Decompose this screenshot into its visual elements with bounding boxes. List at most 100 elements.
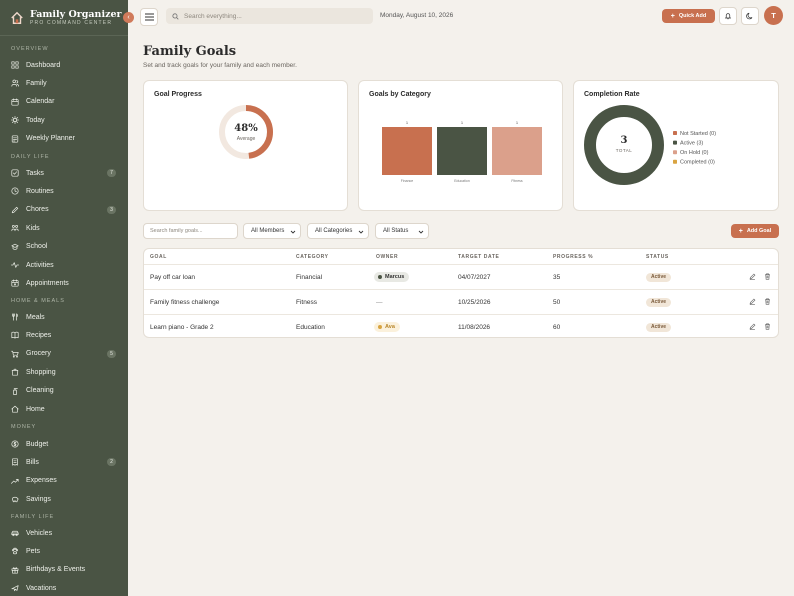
goal-category: Education xyxy=(296,324,325,331)
add-goal-button[interactable]: + Add Goal xyxy=(731,224,779,238)
sidebar-item-vacations[interactable]: Vacations xyxy=(0,580,128,596)
table-row[interactable]: Learn piano - Grade 2 Education Ava 11/08/2… xyxy=(144,314,778,337)
column-header-category: CATEGORY xyxy=(296,254,329,260)
sidebar-item-tasks[interactable]: Tasks 7 xyxy=(0,165,128,181)
sidebar-item-shopping[interactable]: Shopping xyxy=(0,364,128,380)
status-filter-select[interactable]: All Status xyxy=(375,223,429,239)
sidebar-item-weekly-planner[interactable]: Weekly Planner xyxy=(0,131,128,147)
goals-by-category-card: Goals by Category 1 Finance 1 Education 1 Fit… xyxy=(358,80,563,211)
home-icon xyxy=(11,405,19,413)
owner-dot xyxy=(378,325,382,329)
global-search[interactable] xyxy=(166,8,373,24)
edit-icon[interactable] xyxy=(749,323,756,330)
trash-icon[interactable] xyxy=(764,298,771,305)
status-badge: Active xyxy=(646,323,672,332)
owner-pill: Ava xyxy=(374,322,400,332)
sidebar-section-label: OVERVIEW xyxy=(11,46,49,52)
appointment-icon xyxy=(11,279,19,287)
edit-icon[interactable] xyxy=(749,273,756,280)
sidebar-item-label: Pets xyxy=(26,547,41,555)
sidebar-item-label: Recipes xyxy=(26,331,52,339)
brand[interactable]: Family Organizer PRO COMMAND CENTER xyxy=(0,0,128,36)
category-filter-select[interactable]: All Categories xyxy=(307,223,369,239)
users-icon xyxy=(11,80,19,87)
sidebar-item-badge: 2 xyxy=(107,458,116,467)
paw-icon xyxy=(11,548,19,555)
sidebar-item-birthdays-events[interactable]: Birthdays & Events xyxy=(0,562,128,578)
trash-icon[interactable] xyxy=(764,323,771,330)
sidebar-item-expenses[interactable]: Expenses xyxy=(0,473,128,489)
sidebar-item-vehicles[interactable]: Vehicles xyxy=(0,525,128,541)
table-row[interactable]: Family fitness challenge Fitness — 10/25/20… xyxy=(144,289,778,314)
goal-search-input[interactable] xyxy=(143,223,238,239)
owner-name: Marcus xyxy=(385,274,405,280)
sidebar-item-routines[interactable]: Routines xyxy=(0,183,128,199)
category-filter-value: All Categories xyxy=(315,228,353,234)
member-filter-select[interactable]: All Members xyxy=(243,223,301,239)
status-badge: Active xyxy=(646,273,672,282)
search-icon xyxy=(172,12,179,20)
completion-rate-card: Completion Rate Not Started (0) Active (3… xyxy=(573,80,779,211)
sidebar-item-pets[interactable]: Pets xyxy=(0,543,128,559)
sidebar-item-badge: 3 xyxy=(107,205,116,214)
sidebar-item-label: Meals xyxy=(26,313,45,321)
progress-value: 48% xyxy=(234,123,258,134)
planner-icon xyxy=(11,135,19,143)
sidebar-item-budget[interactable]: Budget xyxy=(0,436,128,452)
global-search-input[interactable] xyxy=(184,12,364,20)
sidebar-item-label: Calendar xyxy=(26,98,55,106)
sidebar-item-activities[interactable]: Activities xyxy=(0,257,128,273)
activity-icon xyxy=(11,262,19,268)
notifications-button[interactable] xyxy=(719,7,737,25)
owner-name: Ava xyxy=(385,324,395,330)
sidebar-item-savings[interactable]: Savings xyxy=(0,491,128,507)
sidebar-section-label: DAILY LIFE xyxy=(11,154,50,160)
sidebar-section-label: HOME & MEALS xyxy=(11,298,65,304)
sidebar-item-label: Dashboard xyxy=(26,61,61,69)
chevron-down-icon xyxy=(418,230,424,234)
sidebar-item-label: Family xyxy=(26,79,47,87)
sidebar-item-calendar[interactable]: Calendar xyxy=(0,94,128,110)
bell-icon xyxy=(724,13,732,20)
status-filter-value: All Status xyxy=(383,228,409,234)
sidebar-item-today[interactable]: Today xyxy=(0,112,128,128)
quick-add-label: Quick Add xyxy=(678,13,707,19)
sidebar-item-dashboard[interactable]: Dashboard xyxy=(0,57,128,73)
completion-donut-chart: Not Started (0) Active (3) On Hold (0) Comp… xyxy=(584,105,716,185)
sidebar-item-appointments[interactable]: Appointments xyxy=(0,275,128,291)
sidebar-item-kids[interactable]: Kids xyxy=(0,220,128,236)
chevron-down-icon xyxy=(358,230,364,234)
trash-icon[interactable] xyxy=(764,273,771,280)
sidebar-item-recipes[interactable]: Recipes xyxy=(0,327,128,343)
sidebar-item-label: Chores xyxy=(26,206,49,214)
collapse-sidebar-button[interactable]: ‹ xyxy=(123,12,134,23)
bar-finance xyxy=(382,127,432,175)
table-row[interactable]: Pay off car loan Financial Marcus 04/07/202… xyxy=(144,264,778,289)
theme-toggle-button[interactable] xyxy=(741,7,759,25)
bar-value-label: 1 xyxy=(516,120,519,125)
bar-fitness xyxy=(492,127,542,175)
sidebar-item-meals[interactable]: Meals xyxy=(0,309,128,325)
menu-button[interactable] xyxy=(140,8,158,26)
owner-dot xyxy=(378,275,382,279)
sidebar-item-school[interactable]: School xyxy=(0,239,128,255)
column-header-status: STATUS xyxy=(646,254,669,260)
user-avatar[interactable]: T xyxy=(764,6,783,25)
sidebar-item-chores[interactable]: Chores 3 xyxy=(0,202,128,218)
goal-target-date: 10/25/2026 xyxy=(458,299,491,306)
sidebar-item-home[interactable]: Home xyxy=(0,401,128,417)
sidebar-item-bills[interactable]: Bills 2 xyxy=(0,454,128,470)
quick-add-button[interactable]: + Quick Add xyxy=(662,9,715,23)
sidebar-item-family[interactable]: Family xyxy=(0,75,128,91)
pencil-icon xyxy=(11,206,19,213)
edit-icon[interactable] xyxy=(749,298,756,305)
column-header-target-date: TARGET DATE xyxy=(458,254,500,260)
sidebar-item-grocery[interactable]: Grocery 5 xyxy=(0,346,128,362)
piggy-icon xyxy=(11,497,19,503)
bag-icon xyxy=(11,368,19,376)
sidebar-item-cleaning[interactable]: Cleaning xyxy=(0,383,128,399)
goal-target-date: 04/07/2027 xyxy=(458,274,491,281)
cart-icon xyxy=(11,350,19,358)
page-subtitle: Set and track goals for your family and … xyxy=(143,62,297,69)
sidebar-item-label: Activities xyxy=(26,261,54,269)
